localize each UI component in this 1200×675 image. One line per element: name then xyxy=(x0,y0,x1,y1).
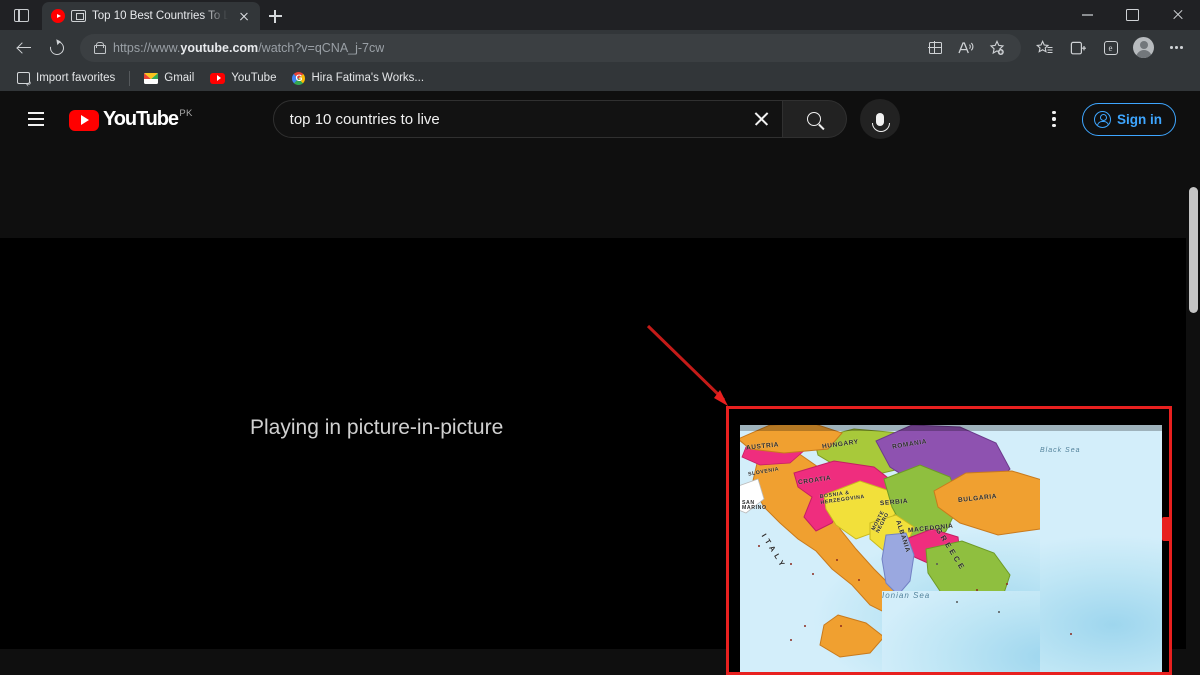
new-tab-button[interactable] xyxy=(260,2,290,30)
url-host: youtube.com xyxy=(180,41,258,55)
account-circle-icon xyxy=(1094,111,1111,128)
settings-and-more-icon xyxy=(1170,46,1184,49)
youtube-country-code: PK xyxy=(179,108,192,119)
youtube-icon xyxy=(210,73,225,84)
collections-button[interactable] xyxy=(1062,34,1093,62)
search-icon xyxy=(807,112,821,126)
pip-resize-handle[interactable] xyxy=(1162,517,1172,541)
add-favorite-icon xyxy=(989,40,1005,56)
read-aloud-icon xyxy=(958,41,974,55)
maximize-button[interactable] xyxy=(1110,0,1155,30)
read-aloud-button[interactable] xyxy=(952,36,980,60)
close-window-button[interactable] xyxy=(1155,0,1200,30)
youtube-favicon xyxy=(51,9,65,23)
bookmarks-divider xyxy=(129,71,130,86)
close-icon[interactable] xyxy=(234,6,254,26)
pip-status-message: Playing in picture-in-picture xyxy=(250,416,503,440)
bookmark-gmail[interactable]: Gmail xyxy=(137,69,201,87)
guide-menu-button[interactable] xyxy=(16,99,56,139)
political-map-image: AUSTRIA SLOVENIA HUNGARY ROMANIA CROATIA… xyxy=(740,425,1162,675)
profile-button[interactable] xyxy=(1128,34,1159,62)
browser-toolbar: https://www.youtube.com/watch?v=qCNA_j-7… xyxy=(0,30,1200,65)
bookmark-import-favorites[interactable]: Import favorites xyxy=(10,69,122,87)
split-screen-icon xyxy=(929,42,942,54)
minimize-button[interactable] xyxy=(1065,0,1110,30)
google-icon xyxy=(292,72,305,85)
settings-and-more-button[interactable] xyxy=(1161,34,1192,62)
youtube-logo[interactable]: YouTube PK xyxy=(69,108,193,131)
pip-video-surface: AUSTRIA SLOVENIA HUNGARY ROMANIA CROATIA… xyxy=(740,425,1162,675)
lock-icon xyxy=(94,42,104,54)
page-scrollbar[interactable] xyxy=(1186,182,1200,675)
url-scheme: https://www. xyxy=(113,41,180,55)
youtube-play-icon xyxy=(69,110,99,131)
voice-search-button[interactable] xyxy=(860,99,900,139)
browser-essentials-button[interactable]: e xyxy=(1095,34,1126,62)
split-screen-button[interactable] xyxy=(921,36,949,60)
profile-avatar xyxy=(1133,37,1154,58)
header-right-actions: Sign in xyxy=(1034,99,1184,139)
bookmark-label: YouTube xyxy=(231,72,276,84)
bookmarks-bar: Import favorites Gmail YouTube Hira Fati… xyxy=(0,65,1200,91)
tab-title: Top 10 Best Countries To Liv xyxy=(92,10,228,22)
pip-letterbox-top xyxy=(740,425,1162,431)
omnibox-icons xyxy=(921,36,1011,60)
bookmark-youtube[interactable]: YouTube xyxy=(203,69,283,87)
url-path: /watch?v=qCNA_j-7cw xyxy=(258,41,384,55)
collections-icon xyxy=(1070,40,1086,56)
add-favorite-button[interactable] xyxy=(983,36,1011,60)
favorites-icon xyxy=(1036,40,1053,56)
bookmark-label: Import favorites xyxy=(36,72,115,84)
settings-menu-button[interactable] xyxy=(1034,99,1074,139)
search-submit-button[interactable] xyxy=(783,100,847,138)
window-controls xyxy=(1065,0,1200,30)
search-input[interactable]: top 10 countries to live xyxy=(273,100,783,138)
browser-essentials-icon: e xyxy=(1104,41,1118,55)
refresh-button[interactable] xyxy=(41,34,72,62)
address-bar[interactable]: https://www.youtube.com/watch?v=qCNA_j-7… xyxy=(80,34,1021,62)
map-label-san-marino: SAN MARINO xyxy=(742,501,767,511)
tab-strip: Top 10 Best Countries To Liv xyxy=(0,0,1200,30)
back-arrow-icon xyxy=(17,41,31,55)
import-favorites-icon xyxy=(17,72,30,84)
vertical-tabs-icon xyxy=(14,9,29,22)
picture-in-picture-icon xyxy=(71,10,86,22)
favorites-button[interactable] xyxy=(1029,34,1060,62)
youtube-header: YouTube PK top 10 countries to live Sign… xyxy=(0,91,1200,147)
gmail-icon xyxy=(144,73,158,84)
microphone-icon xyxy=(876,113,884,126)
bookmark-hira-fatima-works[interactable]: Hira Fatima's Works... xyxy=(285,69,431,88)
browser-window: Top 10 Best Countries To Liv https://www… xyxy=(0,0,1200,675)
tab-actions-button[interactable] xyxy=(0,0,42,30)
bookmark-label: Gmail xyxy=(164,72,194,84)
scrollbar-thumb[interactable] xyxy=(1189,187,1198,313)
sign-in-label: Sign in xyxy=(1117,112,1162,127)
back-button[interactable] xyxy=(8,34,39,62)
browser-tab[interactable]: Top 10 Best Countries To Liv xyxy=(42,2,260,30)
refresh-icon xyxy=(47,38,66,57)
bookmark-label: Hira Fatima's Works... xyxy=(311,72,424,84)
map-label-black-sea: Black Sea xyxy=(1040,447,1162,675)
url-text: https://www.youtube.com/watch?v=qCNA_j-7… xyxy=(113,41,384,55)
search-area: top 10 countries to live xyxy=(273,99,900,139)
search-query-text: top 10 countries to live xyxy=(290,111,742,128)
youtube-logo-text: YouTube xyxy=(103,108,178,131)
picture-in-picture-window[interactable]: AUSTRIA SLOVENIA HUNGARY ROMANIA CROATIA… xyxy=(726,406,1172,675)
clear-search-icon[interactable] xyxy=(742,100,782,138)
sign-in-button[interactable]: Sign in xyxy=(1082,103,1176,136)
